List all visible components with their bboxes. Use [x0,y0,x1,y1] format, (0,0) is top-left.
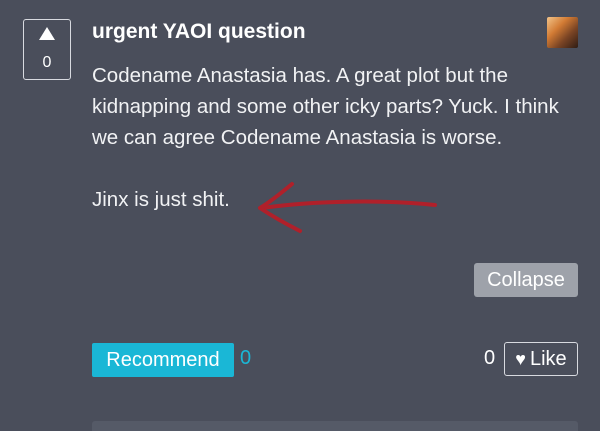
like-count: 0 [484,347,496,369]
avatar[interactable] [547,17,578,48]
vote-count: 0 [42,54,52,71]
recommend-count: 0 [240,347,252,369]
post-paragraph: Codename Anastasia has. A great plot but… [92,64,559,149]
like-button[interactable]: ♥ Like [504,342,578,376]
reply-input-bar[interactable] [92,421,578,431]
heart-icon: ♥ [515,349,526,369]
recommend-button[interactable]: Recommend [92,343,234,377]
red-arrow-annotation-icon [258,182,437,233]
post-title: urgent YAOI question [92,20,306,43]
vote-box: 0 [23,19,71,80]
upvote-triangle-icon[interactable] [39,27,55,40]
collapse-button[interactable]: Collapse [474,263,578,297]
like-label: Like [529,347,567,370]
